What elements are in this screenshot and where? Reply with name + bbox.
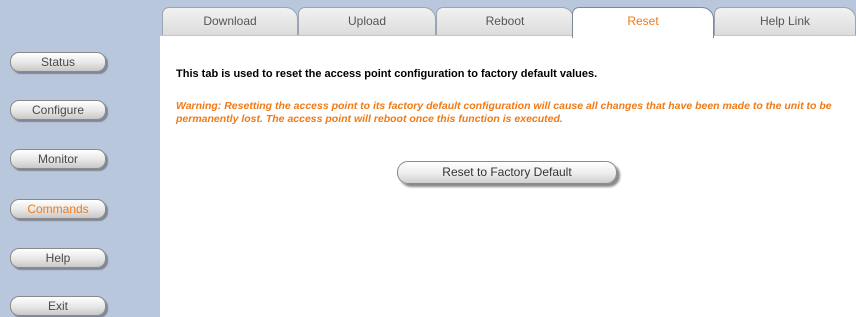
- intro-text: This tab is used to reset the access poi…: [176, 68, 598, 80]
- tab-upload[interactable]: Upload: [298, 7, 436, 35]
- sidebar-item-status[interactable]: Status: [10, 52, 106, 72]
- sidebar-item-help[interactable]: Help: [10, 248, 106, 268]
- tab-reboot[interactable]: Reboot: [436, 7, 574, 35]
- tab-bar: Download Upload Reboot Reset Help Link: [162, 7, 856, 38]
- sidebar-item-configure[interactable]: Configure: [10, 100, 106, 120]
- tab-reset[interactable]: Reset: [572, 7, 714, 38]
- tab-download[interactable]: Download: [162, 7, 298, 35]
- sidebar-item-exit[interactable]: Exit: [10, 296, 106, 316]
- sidebar-item-commands[interactable]: Commands: [10, 199, 106, 219]
- tab-help-link[interactable]: Help Link: [714, 7, 856, 35]
- reset-to-factory-default-button[interactable]: Reset to Factory Default: [397, 161, 617, 184]
- warning-text: Warning: Resetting the access point to i…: [176, 100, 832, 125]
- sidebar-item-monitor[interactable]: Monitor: [10, 149, 106, 169]
- sidebar: [0, 36, 160, 317]
